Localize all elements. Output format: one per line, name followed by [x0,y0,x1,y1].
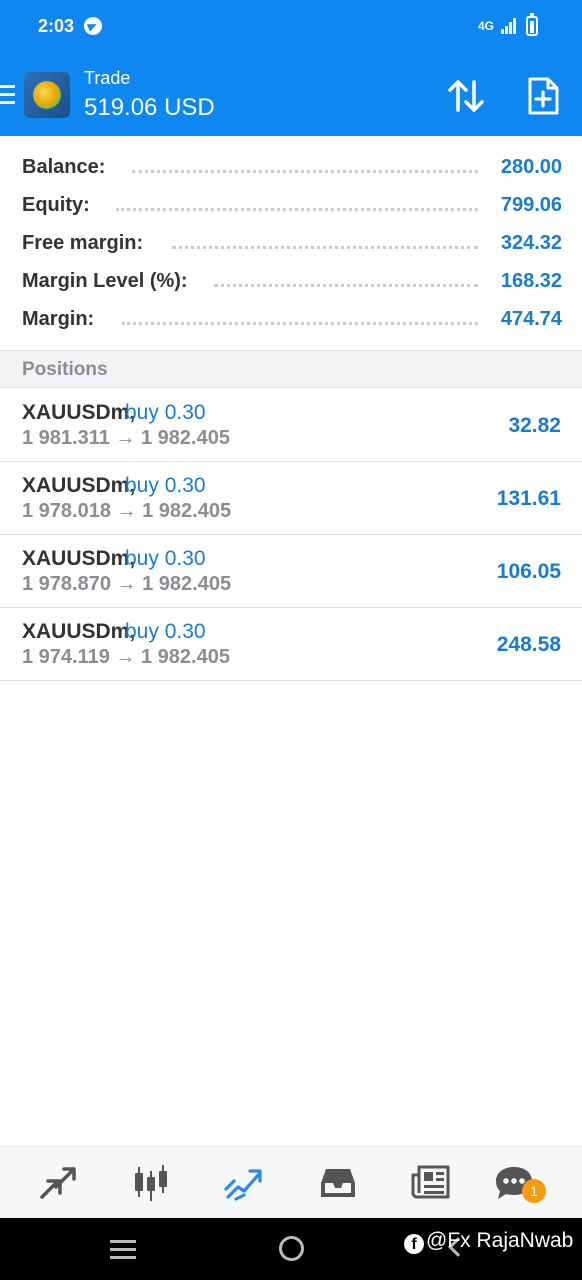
position-row[interactable]: XAUUSDm, buy 0.30 1 978.870 → 1 982.405 … [0,535,582,608]
row-dots [122,317,478,325]
position-side: buy 0.30 [125,620,206,643]
telegram-icon [84,17,102,35]
position-prices: 1 978.870 → 1 982.405 [22,573,232,595]
news-icon[interactable] [409,1161,453,1205]
margin-row: Margin: 474.74 [22,304,562,334]
equity-value: 799.06 [494,194,562,217]
position-side: buy 0.30 [125,547,206,570]
quotes-icon[interactable] [36,1161,80,1205]
trade-icon[interactable] [222,1161,266,1205]
position-row[interactable]: XAUUSDm, buy 0.30 1 981.311 → 1 982.405 … [0,389,582,462]
chart-icon[interactable] [129,1161,173,1205]
watermark-text: @Fx RajaNwab [426,1229,574,1252]
network-type: 4G [478,19,495,33]
margin-value: 474.74 [494,308,562,331]
home-icon[interactable] [279,1236,304,1261]
signal-icon [501,18,517,34]
position-row[interactable]: XAUUSDm, buy 0.30 1 974.119 → 1 982.405 … [0,608,582,681]
margin-label: Margin: [22,308,101,331]
app-logo [24,72,70,118]
free-margin-row: Free margin: 324.32 [22,228,562,258]
margin-level-row: Margin Level (%): 168.32 [22,266,562,296]
position-row[interactable]: XAUUSDm, buy 0.30 1 978.018 → 1 982.405 … [0,462,582,535]
battery-icon [526,13,538,36]
position-symbol: XAUUSDm, [22,474,136,497]
equity-row: Equity: 799.06 [22,190,562,220]
free-margin-value: 324.32 [494,232,562,255]
position-prices: 1 981.311 → 1 982.405 [22,427,230,449]
sort-icon[interactable] [446,76,486,116]
margin-level-label: Margin Level (%): [22,270,194,293]
position-symbol: XAUUSDm, [22,547,136,570]
page-title: Trade [84,68,131,88]
positions-title: Positions [22,359,108,380]
balance-value: 280.00 [494,156,562,179]
position-profit: 32.82 [508,414,561,437]
balance-label: Balance: [22,156,112,179]
position-profit: 131.61 [496,487,561,510]
row-dots [132,165,478,173]
recent-apps-icon[interactable] [110,1240,136,1260]
position-prices: 1 978.018 → 1 982.405 [22,500,232,522]
position-side: buy 0.30 [125,474,206,497]
header-balance: 519.06 USD [84,94,215,121]
row-dots [172,241,478,249]
bottom-tab-bar [0,1146,582,1218]
position-prices: 1 974.119 → 1 982.405 [22,646,230,668]
facebook-icon: f [404,1234,424,1254]
position-side: buy 0.30 [125,401,206,424]
menu-icon[interactable] [0,85,16,107]
history-icon[interactable] [316,1161,360,1205]
position-symbol: XAUUSDm, [22,401,136,424]
status-time: 2:03 [38,16,75,36]
messages-badge: 1 [522,1179,546,1203]
equity-label: Equity: [22,194,96,217]
position-profit: 248.58 [496,633,561,656]
new-order-icon[interactable] [526,76,560,116]
position-symbol: XAUUSDm, [22,620,136,643]
status-bar: 2:03 4G [0,0,582,52]
positions-section-header: Positions [0,350,582,388]
watermark: f @Fx RajaNwab [404,1229,573,1254]
app-header: 2:03 4G Trade 519.06 USD [0,0,582,136]
balance-row: Balance: 280.00 [22,152,562,182]
position-profit: 106.05 [496,560,561,583]
margin-level-value: 168.32 [494,270,562,293]
free-margin-label: Free margin: [22,232,150,255]
row-dots [116,203,478,211]
row-dots [214,279,478,287]
